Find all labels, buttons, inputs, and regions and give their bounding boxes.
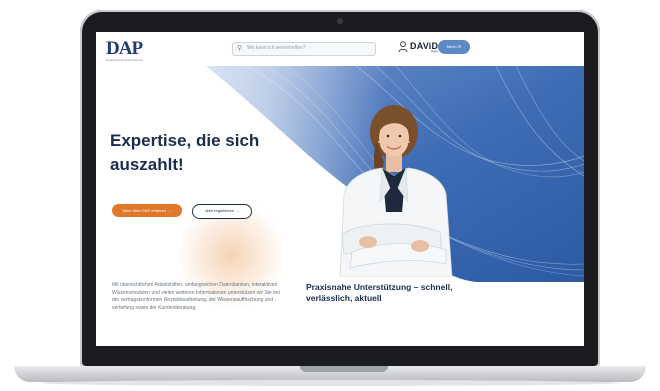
learn-more-button[interactable]: Mehr über DAP erfahren → xyxy=(112,204,182,217)
logo-text: DAP xyxy=(106,38,143,59)
search-input[interactable]: ⚲ Wo kann ich weiterhelfen? xyxy=(232,42,376,56)
dap-logo[interactable]: DAP DeutschesApothekenPortal xyxy=(106,38,160,62)
logo-subtext: DeutschesApothekenPortal xyxy=(106,58,143,62)
search-icon: ⚲ xyxy=(237,45,243,52)
menu-button[interactable]: Menü ☰ xyxy=(438,40,470,54)
register-button[interactable]: Jetzt registrieren → xyxy=(192,204,252,219)
hero-caption: Praxisnahe Unterstützung – schnell, verl… xyxy=(306,282,453,303)
site-header: DAP DeutschesApothekenPortal ⚲ Wo kann i… xyxy=(96,32,584,66)
camera-icon xyxy=(337,18,343,24)
laptop-shadow xyxy=(40,380,620,386)
hero-body-text: Mit übersichtlichen Arbeitshilfen, umfan… xyxy=(112,282,280,311)
laptop-notch xyxy=(300,366,388,372)
hero-headline: Expertise, die sich auszahlt! xyxy=(110,131,260,174)
laptop-screen: DAP DeutschesApothekenPortal ⚲ Wo kann i… xyxy=(96,32,584,346)
user-icon[interactable] xyxy=(398,41,408,53)
david-login-link[interactable]: DAViD login xyxy=(410,41,438,53)
portrait-photo xyxy=(339,105,453,277)
search-placeholder: Wo kann ich weiterhelfen? xyxy=(247,45,306,51)
laptop-lid: DAP DeutschesApothekenPortal ⚲ Wo kann i… xyxy=(80,10,600,368)
